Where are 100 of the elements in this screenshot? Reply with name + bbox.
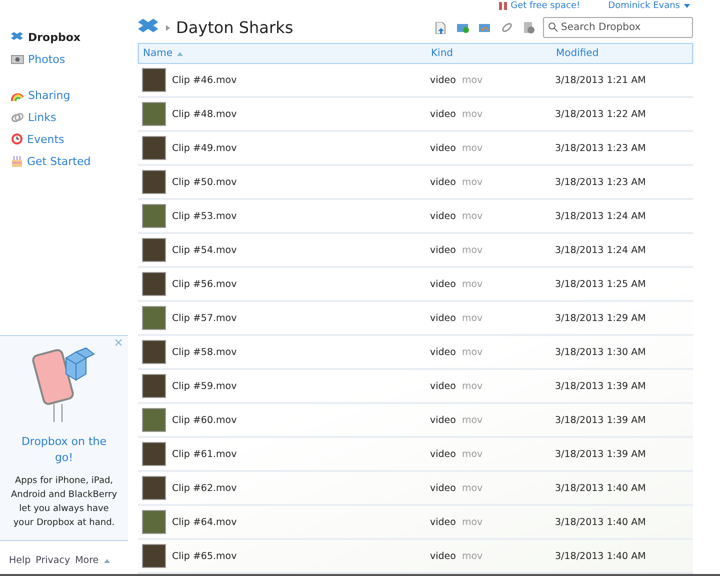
close-icon[interactable] [115, 339, 122, 346]
video-thumbnail [142, 510, 166, 534]
footer-link[interactable]: More [75, 555, 99, 566]
file-extension: mov [462, 108, 483, 120]
file-name[interactable]: Clip #46.mov [172, 74, 237, 86]
video-thumbnail [142, 238, 166, 262]
file-kind: video [430, 244, 456, 256]
get-free-space-link[interactable]: Get free space! [498, 0, 580, 12]
user-menu[interactable]: Dominick Evans [608, 0, 690, 12]
footer-link[interactable]: Help [9, 555, 31, 566]
file-name[interactable]: Clip #56.mov [172, 278, 237, 290]
modified-date: 3/18/2013 1:21 AM [555, 74, 647, 86]
file-extension: mov [462, 74, 483, 86]
upload-icon[interactable] [435, 22, 447, 34]
file-name[interactable]: Clip #50.mov [172, 176, 237, 188]
promo-text: Apps for iPhone, iPad, Android and BlackBerry let you always have your Dropbox at hand. [10, 475, 118, 530]
modified-date: 3/18/2013 1:22 AM [555, 108, 647, 120]
video-thumbnail [142, 136, 166, 160]
file-kind: video [430, 142, 456, 154]
chevron-icon [166, 24, 170, 31]
file-name[interactable]: Clip #60.mov [172, 414, 237, 426]
file-extension: mov [462, 176, 483, 188]
modified-date: 3/18/2013 1:40 AM [555, 550, 647, 562]
video-thumbnail [142, 306, 166, 330]
file-kind: video [430, 516, 456, 528]
video-thumbnail [142, 476, 166, 500]
sidebar-item[interactable]: Photos [0, 48, 128, 70]
file-kind: video [430, 482, 456, 494]
modified-date: 3/18/2013 1:24 AM [555, 244, 647, 256]
file-extension: mov [462, 142, 483, 154]
modified-date: 3/18/2013 1:40 AM [555, 516, 647, 528]
video-thumbnail [142, 408, 166, 432]
video-thumbnail [142, 102, 166, 126]
file-name[interactable]: Clip #65.mov [172, 550, 237, 562]
column-heading[interactable]: Name [143, 48, 183, 60]
file-name[interactable]: Clip #62.mov [172, 482, 237, 494]
file-extension: mov [462, 278, 483, 290]
file-extension: mov [462, 244, 483, 256]
video-thumbnail [142, 544, 166, 568]
file-name[interactable]: Clip #58.mov [172, 346, 237, 358]
sidebar-item[interactable]: Get Started [0, 150, 128, 172]
sidebar-item[interactable]: Dropbox [0, 26, 128, 48]
modified-date: 3/18/2013 1:40 AM [555, 482, 647, 494]
modified-date: 3/18/2013 1:24 AM [555, 210, 647, 222]
video-thumbnail [142, 68, 166, 92]
modified-date: 3/18/2013 1:39 AM [555, 380, 647, 392]
file-kind: video [430, 210, 456, 222]
file-name[interactable]: Clip #57.mov [172, 312, 237, 324]
folder-title: Dayton Sharks [176, 18, 294, 38]
sidebar-item[interactable]: Sharing [0, 84, 128, 106]
search-icon [548, 22, 558, 32]
file-extension: mov [462, 550, 483, 562]
shared-folder-icon[interactable] [479, 22, 491, 34]
video-thumbnail [142, 170, 166, 194]
file-extension: mov [462, 482, 483, 494]
camera-icon [11, 54, 24, 64]
file-kind: video [430, 550, 456, 562]
video-thumbnail [142, 272, 166, 296]
file-kind: video [430, 448, 456, 460]
file-kind: video [430, 74, 456, 86]
file-name[interactable]: Clip #54.mov [172, 244, 237, 256]
video-thumbnail [142, 204, 166, 228]
video-thumbnail [142, 340, 166, 364]
modified-date: 3/18/2013 1:23 AM [555, 176, 647, 188]
sidebar-item[interactable]: Events [0, 128, 128, 150]
file-kind: video [430, 176, 456, 188]
cake-icon [11, 155, 23, 167]
caret-icon [684, 4, 690, 8]
file-extension: mov [462, 312, 483, 324]
modified-date: 3/18/2013 1:23 AM [555, 142, 647, 154]
promo-title: Dropbox on the go! [20, 434, 108, 466]
file-name[interactable]: Clip #61.mov [172, 448, 237, 460]
caret-up-icon [104, 558, 110, 562]
modified-date: 3/18/2013 1:39 AM [555, 414, 647, 426]
column-heading[interactable]: Kind [431, 48, 454, 60]
modified-date: 3/18/2013 1:29 AM [555, 312, 647, 324]
search-field[interactable]: Search Dropbox [543, 17, 693, 38]
file-name[interactable]: Clip #53.mov [172, 210, 237, 222]
file-kind: video [430, 108, 456, 120]
file-name[interactable]: Clip #59.mov [172, 380, 237, 392]
file-kind: video [430, 414, 456, 426]
file-extension: mov [462, 414, 483, 426]
file-kind: video [430, 278, 456, 290]
modified-date: 3/18/2013 1:39 AM [555, 448, 647, 460]
footer-link[interactable]: Privacy [36, 555, 70, 566]
file-name[interactable]: Clip #49.mov [172, 142, 237, 154]
file-kind: video [430, 346, 456, 358]
column-heading[interactable]: Modified [556, 48, 599, 60]
video-thumbnail [142, 374, 166, 398]
file-name[interactable]: Clip #64.mov [172, 516, 237, 528]
modified-date: 3/18/2013 1:25 AM [555, 278, 647, 290]
sort-arrow-icon [176, 52, 183, 56]
new-folder-icon[interactable] [457, 22, 469, 34]
file-extension: mov [462, 380, 483, 392]
file-name[interactable]: Clip #48.mov [172, 108, 237, 120]
file-kind: video [430, 380, 456, 392]
file-extension: mov [462, 448, 483, 460]
clock-icon [11, 133, 23, 145]
sidebar-item[interactable]: Links [0, 106, 128, 128]
file-kind: video [430, 312, 456, 324]
